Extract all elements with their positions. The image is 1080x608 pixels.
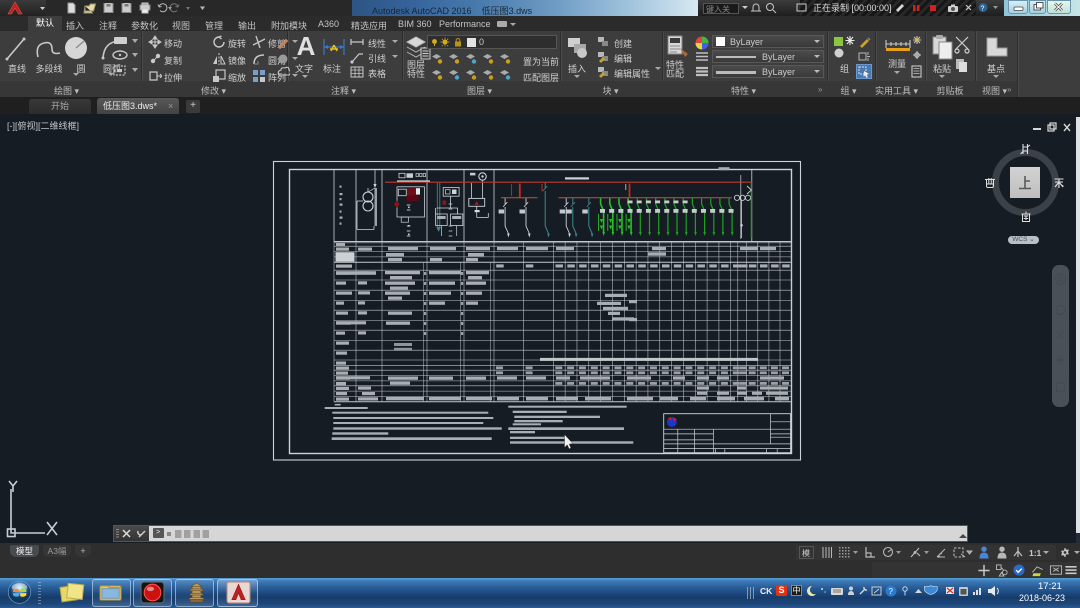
svg-text:?: ? (981, 6, 985, 13)
svg-text:正在录制 [00:00:00]: 正在录制 [00:00:00] (813, 2, 892, 13)
svg-text:?: ? (889, 587, 894, 596)
